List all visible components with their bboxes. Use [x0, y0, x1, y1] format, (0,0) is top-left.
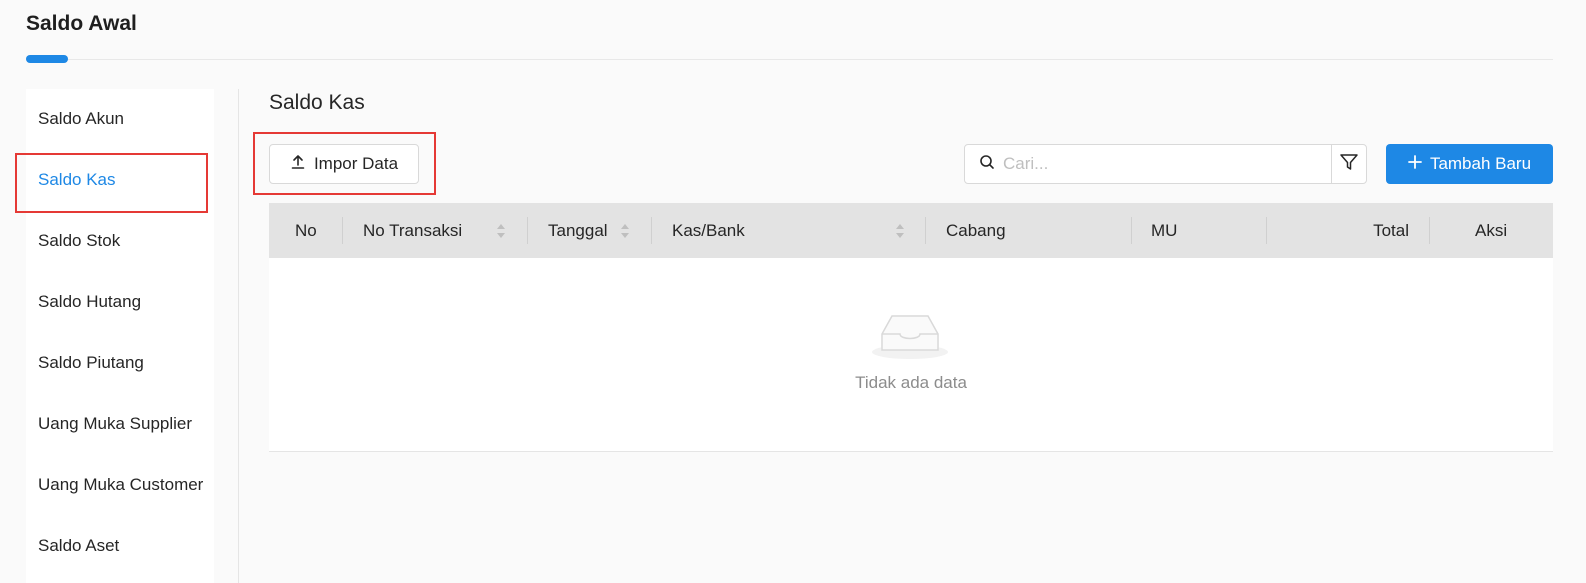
sidebar-item-saldo-stok[interactable]: Saldo Stok	[26, 219, 214, 263]
page-title: Saldo Awal	[26, 12, 137, 35]
column-separator	[342, 217, 343, 244]
data-table: No No Transaksi Tanggal Kas/Bank Cabang …	[269, 203, 1553, 452]
filter-button[interactable]	[1331, 144, 1367, 184]
column-header-mu: MU	[1151, 220, 1178, 240]
empty-state: Tidak ada data	[269, 258, 1553, 451]
sidebar-item-saldo-hutang[interactable]: Saldo Hutang	[26, 280, 214, 324]
sidebar-item-saldo-aset[interactable]: Saldo Aset	[26, 524, 214, 568]
title-divider	[26, 59, 1553, 60]
title-tab-indicator	[26, 55, 68, 63]
empty-state-text: Tidak ada data	[855, 373, 967, 392]
sidebar-item-uang-muka-supplier[interactable]: Uang Muka Supplier	[26, 402, 214, 446]
add-new-label: Tambah Baru	[1429, 154, 1532, 173]
sidebar-divider	[238, 89, 239, 583]
section-title: Saldo Kas	[269, 91, 365, 114]
empty-inbox-icon	[872, 315, 948, 359]
search-icon	[979, 154, 995, 175]
sidebar-item-label: Saldo Akun	[38, 109, 125, 128]
plus-icon	[1408, 154, 1422, 174]
column-separator	[527, 217, 528, 244]
column-separator	[1429, 217, 1430, 244]
search-input[interactable]	[1003, 154, 1303, 174]
column-header-no: No	[295, 220, 317, 240]
column-header-no-transaksi[interactable]: No Transaksi	[363, 203, 462, 258]
sidebar-item-uang-muka-customer[interactable]: Uang Muka Customer	[26, 463, 214, 507]
column-separator	[925, 217, 926, 244]
search-box	[964, 144, 1332, 184]
sidebar-item-label: Saldo Stok	[38, 231, 121, 250]
add-new-button[interactable]: Tambah Baru	[1386, 144, 1553, 184]
column-header-aksi: Aksi	[1475, 220, 1508, 240]
table-header: No No Transaksi Tanggal Kas/Bank Cabang …	[269, 203, 1553, 258]
sidebar-item-label: Saldo Piutang	[38, 353, 144, 372]
sidebar-item-label: Saldo Aset	[38, 536, 120, 555]
sidebar-item-label: Uang Muka Supplier	[38, 414, 193, 433]
sort-icon[interactable]	[620, 222, 630, 240]
column-header-kas-bank[interactable]: Kas/Bank	[672, 203, 745, 258]
sidebar-item-saldo-akun[interactable]: Saldo Akun	[26, 97, 214, 141]
column-header-tanggal[interactable]: Tanggal	[548, 203, 608, 258]
column-separator	[651, 217, 652, 244]
sidebar-item-label: Saldo Hutang	[38, 292, 142, 311]
sort-icon[interactable]	[895, 222, 905, 240]
sidebar-item-label: Uang Muka Customer	[38, 475, 204, 494]
column-header-total: Total	[1373, 220, 1409, 240]
table-bottom-border	[269, 451, 1553, 452]
sidebar-item-saldo-piutang[interactable]: Saldo Piutang	[26, 341, 214, 385]
sort-icon[interactable]	[496, 222, 506, 240]
highlight-box-sidebar	[15, 153, 208, 213]
column-separator	[1131, 217, 1132, 244]
filter-icon	[1339, 152, 1359, 177]
column-header-cabang: Cabang	[946, 220, 1006, 240]
highlight-box-import	[253, 132, 436, 195]
